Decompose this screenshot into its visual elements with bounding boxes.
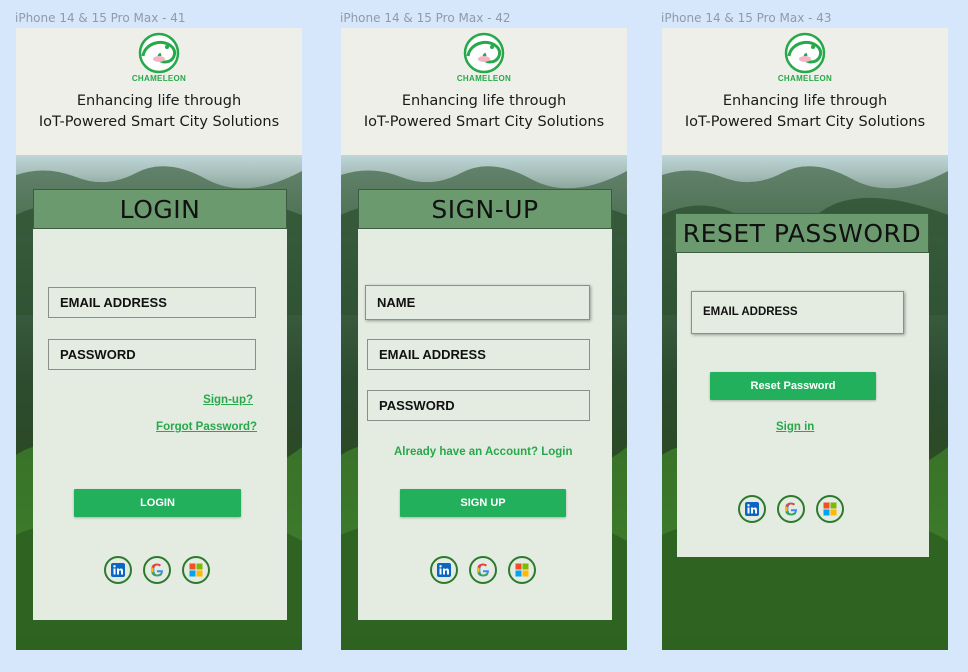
forgot-password-link[interactable]: Forgot Password? <box>156 421 257 433</box>
google-icon <box>477 563 489 577</box>
app-header: CHAMELEON Enhancing life through IoT-Pow… <box>16 28 302 155</box>
tagline: Enhancing life through IoT-Powered Smart… <box>662 91 948 133</box>
card-header: LOGIN <box>33 189 287 229</box>
linkedin-icon <box>111 563 125 577</box>
frame-label-signup: iPhone 14 & 15 Pro Max - 42 <box>340 11 511 25</box>
signup-screen: CHAMELEON Enhancing life through IoT-Pow… <box>341 28 627 650</box>
password-field[interactable]: PASSWORD <box>48 339 256 370</box>
linkedin-icon <box>745 502 759 516</box>
logo-text: CHAMELEON <box>131 74 187 83</box>
reset-password-card: RESET PASSWORD EMAIL ADDRESS Reset Passw… <box>675 213 929 557</box>
card-title: LOGIN <box>119 195 201 224</box>
app-header: CHAMELEON Enhancing life through IoT-Pow… <box>341 28 627 155</box>
microsoft-icon <box>515 563 529 577</box>
microsoft-button[interactable] <box>182 556 210 584</box>
login-button[interactable]: LOGIN <box>74 489 241 517</box>
microsoft-button[interactable] <box>508 556 536 584</box>
app-header: CHAMELEON Enhancing life through IoT-Pow… <box>662 28 948 155</box>
card-header: RESET PASSWORD <box>675 213 929 253</box>
linkedin-button[interactable] <box>430 556 458 584</box>
frame-label-login: iPhone 14 & 15 Pro Max - 41 <box>15 11 186 25</box>
signin-link[interactable]: Sign in <box>776 421 814 433</box>
login-card: LOGIN EMAIL ADDRESS PASSWORD Sign-up? Fo… <box>33 189 287 620</box>
email-field[interactable]: EMAIL ADDRESS <box>48 287 256 318</box>
card-header: SIGN-UP <box>358 189 612 229</box>
name-field[interactable]: NAME <box>365 285 590 320</box>
reset-password-button[interactable]: Reset Password <box>710 372 876 400</box>
card-title: SIGN-UP <box>431 195 539 224</box>
reset-password-screen: CHAMELEON Enhancing life through IoT-Pow… <box>662 28 948 650</box>
linkedin-icon <box>437 563 451 577</box>
login-link[interactable]: Already have an Account? Login <box>394 446 573 458</box>
email-field[interactable]: EMAIL ADDRESS <box>691 291 904 334</box>
microsoft-button[interactable] <box>816 495 844 523</box>
tagline-line-2: IoT-Powered Smart City Solutions <box>684 114 926 130</box>
linkedin-button[interactable] <box>104 556 132 584</box>
password-field[interactable]: PASSWORD <box>367 390 590 421</box>
tagline: Enhancing life through IoT-Powered Smart… <box>341 91 627 133</box>
google-button[interactable] <box>143 556 171 584</box>
email-field[interactable]: EMAIL ADDRESS <box>367 339 590 370</box>
google-button[interactable] <box>469 556 497 584</box>
tagline: Enhancing life through IoT-Powered Smart… <box>16 91 302 133</box>
tagline-line-1: Enhancing life through <box>76 93 242 109</box>
tagline-line-2: IoT-Powered Smart City Solutions <box>38 114 280 130</box>
signup-card: SIGN-UP NAME EMAIL ADDRESS PASSWORD Alre… <box>358 189 612 620</box>
tagline-line-1: Enhancing life through <box>722 93 888 109</box>
tagline-line-2: IoT-Powered Smart City Solutions <box>363 114 605 130</box>
signup-button[interactable]: SIGN UP <box>400 489 566 517</box>
frame-label-reset: iPhone 14 & 15 Pro Max - 43 <box>661 11 832 25</box>
google-icon <box>151 563 163 577</box>
linkedin-button[interactable] <box>738 495 766 523</box>
logo-text: CHAMELEON <box>456 74 512 83</box>
microsoft-icon <box>823 502 837 516</box>
card-title: RESET PASSWORD <box>682 219 922 248</box>
google-button[interactable] <box>777 495 805 523</box>
logo-text: CHAMELEON <box>777 74 833 83</box>
login-screen: CHAMELEON Enhancing life through IoT-Pow… <box>16 28 302 650</box>
google-icon <box>785 502 797 516</box>
signup-link[interactable]: Sign-up? <box>203 394 253 406</box>
microsoft-icon <box>189 563 203 577</box>
tagline-line-1: Enhancing life through <box>401 93 567 109</box>
